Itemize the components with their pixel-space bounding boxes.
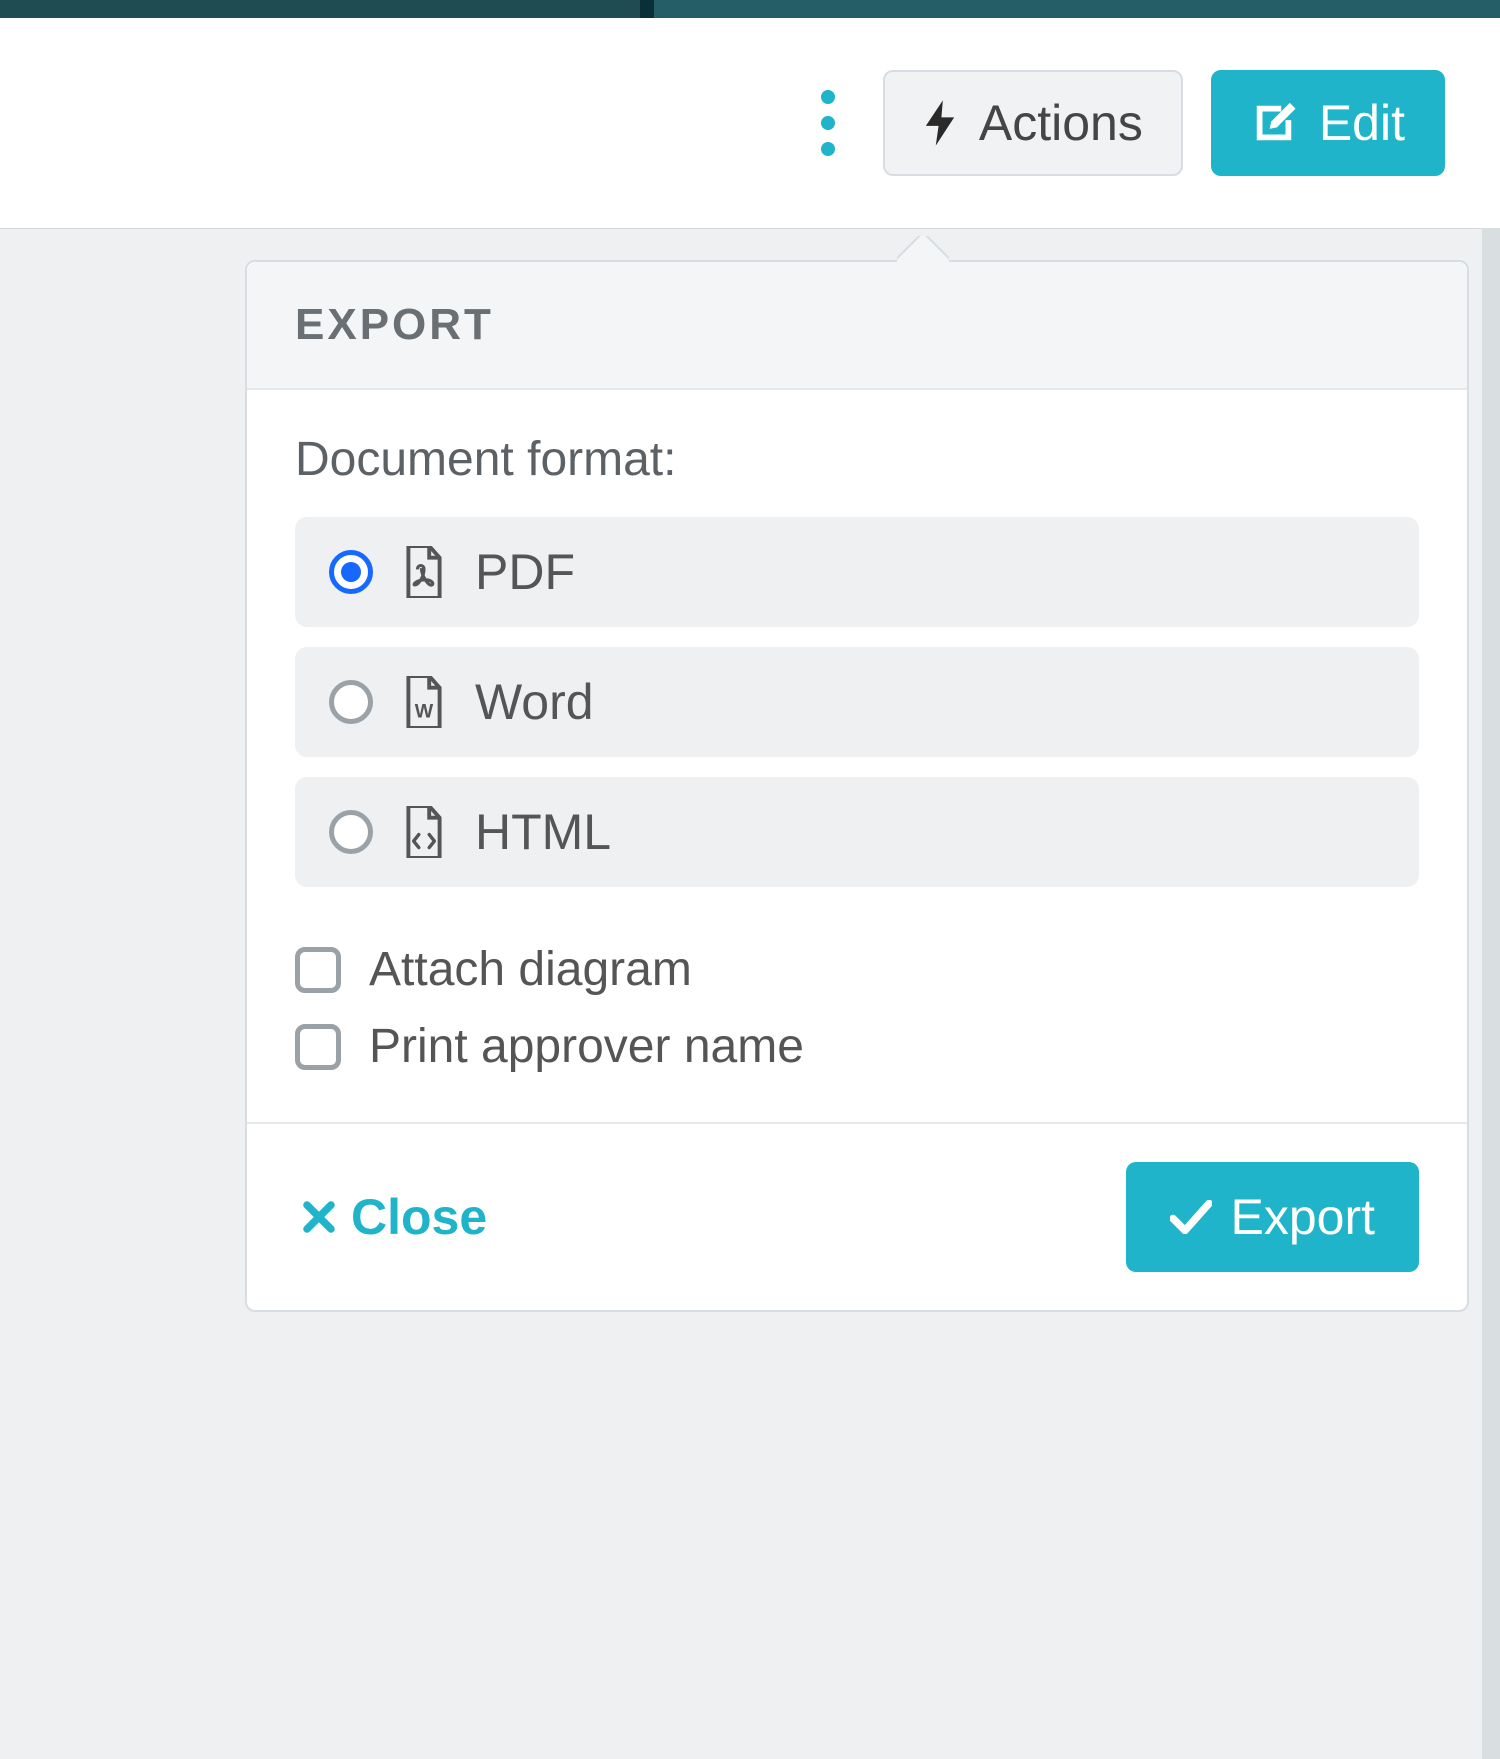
format-option-html[interactable]: HTML (295, 777, 1419, 887)
export-button-label: Export (1230, 1188, 1375, 1246)
export-popover: EXPORT Document format: PDF W (245, 260, 1469, 1312)
format-option-label: HTML (475, 803, 611, 861)
file-pdf-icon (403, 546, 445, 598)
scrollbar-track[interactable] (1482, 228, 1500, 1759)
option-label: Attach diagram (369, 942, 692, 997)
checkbox-icon (295, 1024, 341, 1070)
close-icon (301, 1199, 337, 1235)
export-options-group: Attach diagram Print approver name (295, 942, 1419, 1074)
format-option-word[interactable]: W Word (295, 647, 1419, 757)
option-label: Print approver name (369, 1019, 804, 1074)
dot-icon (821, 142, 835, 156)
format-radio-group: PDF W Word HTML (295, 517, 1419, 887)
check-icon (1170, 1200, 1212, 1234)
window-titlebar-right (654, 0, 1500, 18)
option-print-approver-name[interactable]: Print approver name (295, 1019, 1419, 1074)
page-header: Actions Edit (0, 18, 1500, 228)
edit-icon (1251, 100, 1297, 146)
format-option-pdf[interactable]: PDF (295, 517, 1419, 627)
radio-icon (329, 550, 373, 594)
option-attach-diagram[interactable]: Attach diagram (295, 942, 1419, 997)
format-option-label: Word (475, 673, 594, 731)
svg-text:W: W (415, 701, 434, 723)
dot-icon (821, 90, 835, 104)
radio-icon (329, 810, 373, 854)
export-button[interactable]: Export (1126, 1162, 1419, 1272)
actions-button[interactable]: Actions (883, 70, 1183, 176)
edit-button[interactable]: Edit (1211, 70, 1445, 176)
popover-title: EXPORT (247, 262, 1467, 390)
format-option-label: PDF (475, 543, 575, 601)
popover-arrow-icon (897, 236, 949, 262)
popover-footer: Close Export (247, 1122, 1467, 1310)
lightning-icon (923, 100, 957, 146)
edit-button-label: Edit (1319, 98, 1405, 148)
window-titlebar-divider (640, 0, 654, 18)
radio-icon (329, 680, 373, 724)
checkbox-icon (295, 947, 341, 993)
close-button[interactable]: Close (295, 1178, 493, 1256)
close-button-label: Close (351, 1188, 487, 1246)
file-html-icon (403, 806, 445, 858)
file-word-icon: W (403, 676, 445, 728)
more-menu-button[interactable] (801, 80, 855, 166)
actions-button-label: Actions (979, 98, 1143, 148)
dot-icon (821, 116, 835, 130)
popover-body: Document format: PDF W Word (247, 390, 1467, 1122)
format-label: Document format: (295, 432, 1419, 487)
